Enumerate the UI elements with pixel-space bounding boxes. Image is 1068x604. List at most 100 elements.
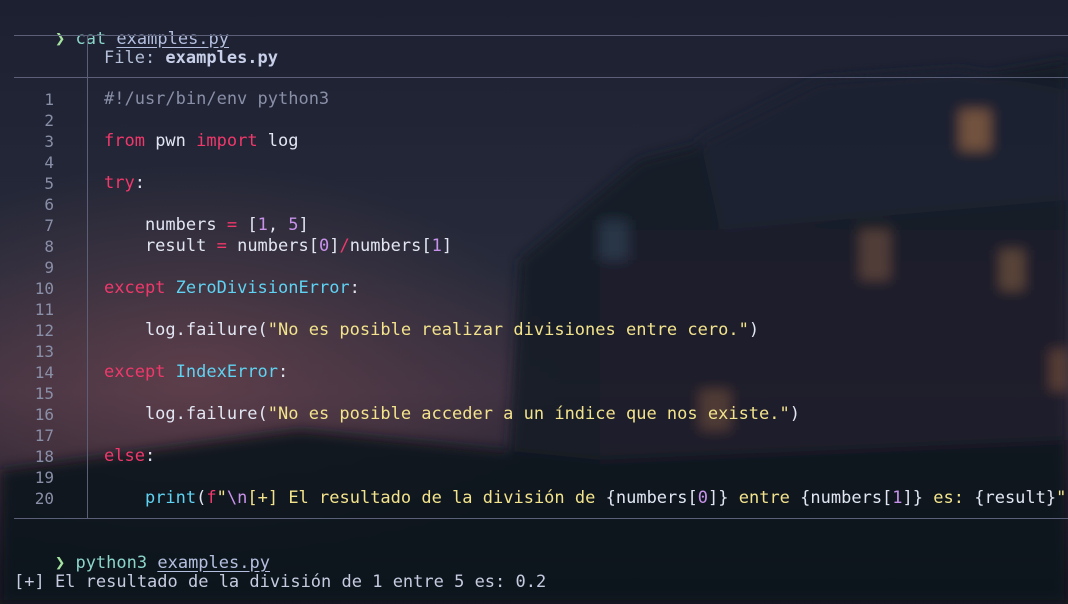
- file-name: examples.py: [165, 48, 279, 68]
- code-token: log.failure(: [104, 320, 268, 340]
- code-token: "No es posible realizar divisiones entre…: [267, 320, 749, 340]
- code-token: :: [349, 278, 360, 298]
- line-number: 4: [44, 153, 54, 172]
- code-token: result: [104, 236, 217, 256]
- command-name: python3: [75, 553, 148, 573]
- gutter-divider: [87, 78, 88, 518]
- line-number: 13: [34, 342, 54, 361]
- header-gutter-divider: [87, 36, 88, 77]
- code-token: print: [144, 488, 197, 508]
- code-token: 1: [431, 236, 442, 256]
- code-token: numbers[: [615, 488, 698, 508]
- code-token: ]: [902, 488, 913, 508]
- code-token: ]: [329, 236, 340, 256]
- code-token: 5: [288, 215, 299, 235]
- code-token: numbers[: [226, 236, 319, 256]
- prompt-arrow-icon: ❯: [54, 553, 66, 573]
- code-line: result = numbers[0]/numbers[1]: [104, 236, 452, 257]
- code-token: IndexError: [175, 362, 279, 382]
- code-token: :: [144, 446, 156, 466]
- code-line: except ZeroDivisionError:: [104, 278, 360, 299]
- code-token: }: [718, 488, 729, 508]
- code-token: log.failure(: [104, 404, 268, 424]
- line-number: 16: [34, 405, 54, 424]
- code-line: #!/usr/bin/env python3: [104, 89, 329, 110]
- line-number: 5: [44, 174, 54, 193]
- code-token: #!/usr/bin/env python3: [104, 89, 330, 109]
- code-token: 1: [892, 488, 903, 508]
- terminal-window: ❯ cat examples.py File: examples.py 1234…: [0, 0, 1068, 604]
- code-token: ": [1056, 488, 1067, 508]
- header-bottom-border: [14, 77, 1068, 78]
- code-token: 1: [257, 215, 268, 235]
- file-label: File:: [104, 48, 166, 68]
- code-token: ": [216, 488, 227, 508]
- code-token: 0: [318, 236, 330, 256]
- code-token: ): [789, 404, 800, 424]
- line-number: 14: [34, 363, 54, 382]
- prompt-line-2: ❯ python3 examples.py: [14, 530, 270, 573]
- line-number: 17: [34, 426, 54, 445]
- code-line: else:: [104, 446, 155, 467]
- code-line: from pwn import log: [104, 131, 299, 152]
- code-token: ]: [298, 215, 309, 235]
- code-token: import: [196, 131, 258, 151]
- line-number: 12: [34, 321, 54, 340]
- code-token: else: [104, 446, 145, 466]
- footer-border: [14, 518, 1068, 519]
- code-token: try: [104, 173, 135, 193]
- line-number: 9: [44, 258, 54, 277]
- prompt-arrow-icon: ❯: [54, 29, 66, 49]
- code-token: :: [278, 362, 289, 382]
- code-token: /: [339, 236, 350, 256]
- code-token: ZeroDivisionError: [175, 278, 350, 298]
- code-token: }: [912, 488, 924, 508]
- file-header: File: examples.py: [104, 46, 278, 70]
- prompt-line-1: ❯ cat examples.py: [14, 6, 229, 49]
- code-token: :: [134, 173, 145, 193]
- code-token: numbers[: [349, 236, 432, 256]
- code-token: except: [104, 278, 166, 298]
- code-line: except IndexError:: [104, 362, 288, 383]
- code-token: es:: [923, 488, 975, 508]
- code-line: try:: [104, 173, 145, 194]
- code-token: ]: [708, 488, 719, 508]
- code-token: {: [800, 488, 811, 508]
- line-number: 19: [34, 468, 54, 487]
- code-line: log.failure("No es posible realizar divi…: [104, 320, 759, 341]
- line-number: 1: [44, 90, 54, 109]
- code-token: =: [216, 236, 227, 256]
- code-token: f: [206, 488, 217, 508]
- code-token: ]: [441, 236, 453, 256]
- code-token: from: [104, 131, 145, 151]
- code-line: numbers = [1, 5]: [104, 215, 309, 236]
- line-number: 10: [34, 279, 54, 298]
- code-line: log.failure("No es posible acceder a un …: [104, 404, 800, 425]
- code-token: {: [605, 488, 616, 508]
- header-top-border: [14, 35, 1068, 36]
- code-token: numbers[: [810, 488, 893, 508]
- code-token: {result}: [974, 488, 1057, 508]
- line-number: 7: [44, 216, 54, 235]
- code-token: (: [196, 488, 207, 508]
- code-token: ): [748, 320, 760, 340]
- program-output: [+] El resultado de la división de 1 ent…: [14, 572, 547, 592]
- code-token: [+] El resultado de la división de: [247, 488, 606, 508]
- code-token: entre: [728, 488, 801, 508]
- code-token: except: [104, 362, 166, 382]
- command-name: cat: [75, 29, 107, 49]
- code-token: log: [257, 131, 299, 151]
- line-number: 11: [34, 300, 54, 319]
- line-number: 8: [44, 237, 54, 256]
- code-token: [: [237, 215, 258, 235]
- code-token: 0: [697, 488, 708, 508]
- code-line: print(f"\n[+] El resultado de la divisió…: [104, 488, 1068, 509]
- code-token: numbers: [104, 215, 227, 235]
- line-number: 2: [44, 111, 54, 130]
- file-argument[interactable]: examples.py: [157, 553, 270, 573]
- code-token: =: [226, 215, 238, 235]
- line-number: 6: [44, 195, 54, 214]
